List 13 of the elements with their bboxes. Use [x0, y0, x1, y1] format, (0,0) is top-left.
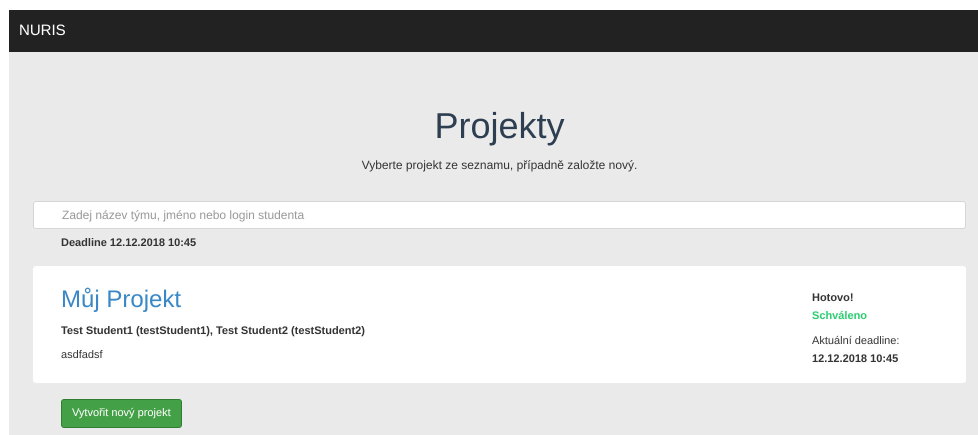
page-title: Projekty	[433, 104, 566, 148]
page-subtitle: Vyberte projekt ze seznamu, případně založte nový.	[360, 157, 638, 174]
deadline-value: 12.12.2018 10:45	[812, 352, 900, 367]
deadline-text: Deadline 12.12.2018 10:45	[61, 236, 198, 251]
project-title-link[interactable]: Můj Projekt	[61, 286, 812, 314]
search-field[interactable]: Zadej název týmu, jméno nebo login studenta	[33, 201, 966, 229]
done-label: Hotovo!	[812, 290, 855, 306]
create-project-button[interactable]: Vytvořit nový projekt	[61, 398, 182, 428]
project-description: asdfadsf	[61, 348, 104, 363]
approval-status: Schváleno	[812, 309, 868, 324]
project-members: Test Student1 (testStudent1), Test Student2 (testStudent2)	[61, 324, 366, 338]
brand[interactable]: NURIS	[19, 20, 66, 42]
deadline-label: Aktuální deadline:	[812, 334, 900, 348]
